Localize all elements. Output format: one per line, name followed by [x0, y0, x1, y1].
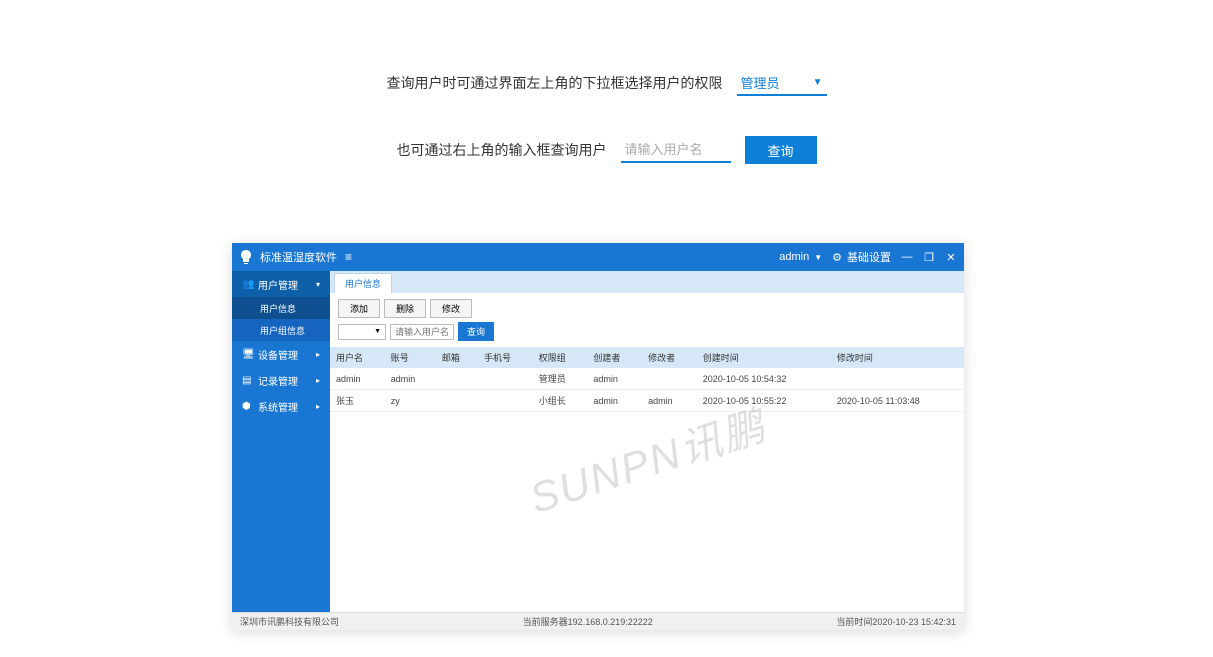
toolbar: 添加 删除 修改 ▼ 查询	[330, 293, 964, 347]
role-dropdown[interactable]: 管理员 ▼	[737, 70, 827, 96]
sidebar: 👥 用户管理 ▾ 用户信息 用户组信息 🖥 设备管理 ▸ ▤ 记录管理 ▸ ⬢	[232, 271, 330, 612]
sidebar-item-label: 设备管理	[258, 347, 298, 362]
document-icon: ▤	[242, 375, 252, 386]
window-controls: — ❐ ✕	[900, 251, 958, 264]
toolbar-query-button[interactable]: 查询	[458, 322, 494, 341]
instructions-area: 查询用户时可通过界面左上角的下拉框选择用户的权限 管理员 ▼ 也可通过右上角的输…	[0, 0, 1213, 234]
time-label: 当前时间2020-10-23 15:42:31	[836, 615, 956, 628]
col-account: 账号	[385, 347, 436, 368]
col-role: 权限组	[533, 347, 588, 368]
query-button[interactable]: 查询	[745, 136, 817, 164]
app-logo-icon	[238, 249, 254, 265]
sidebar-item-label: 记录管理	[258, 373, 298, 388]
col-modifier: 修改者	[642, 347, 697, 368]
table-row[interactable]: 张玉 zy 小组长 admin admin 2020-10-05 10:55:2…	[330, 390, 964, 412]
user-icon: 👤	[761, 251, 775, 264]
settings-label: 基础设置	[847, 249, 891, 265]
sidebar-item-system-mgmt[interactable]: ⬢ 系统管理 ▸	[232, 393, 330, 419]
cube-icon: ⬢	[242, 401, 252, 412]
monitor-icon: 🖥	[242, 349, 252, 360]
sidebar-item-user-info[interactable]: 用户信息	[232, 297, 330, 319]
instruction-text-1: 查询用户时可通过界面左上角的下拉框选择用户的权限	[387, 73, 723, 93]
maximize-button[interactable]: ❐	[922, 251, 936, 264]
instruction-row-1: 查询用户时可通过界面左上角的下拉框选择用户的权限 管理员 ▼	[0, 70, 1213, 96]
sidebar-item-device-mgmt[interactable]: 🖥 设备管理 ▸	[232, 341, 330, 367]
chevron-down-icon: ▼	[814, 253, 822, 262]
app-title: 标准温湿度软件	[260, 249, 337, 265]
user-table: 用户名 账号 邮箱 手机号 权限组 创建者 修改者 创建时间 修改时间 admi…	[330, 347, 964, 412]
col-created: 创建时间	[697, 347, 831, 368]
table-header-row: 用户名 账号 邮箱 手机号 权限组 创建者 修改者 创建时间 修改时间	[330, 347, 964, 368]
filter-dropdown[interactable]: ▼	[338, 324, 386, 340]
company-label: 深圳市讯鹏科技有限公司	[240, 615, 339, 628]
users-icon: 👥	[242, 279, 252, 290]
tab-user-info[interactable]: 用户信息	[334, 273, 392, 293]
col-username: 用户名	[330, 347, 385, 368]
add-button[interactable]: 添加	[338, 299, 380, 318]
hamburger-icon[interactable]: ≡	[345, 250, 352, 264]
username-search-input[interactable]	[621, 137, 731, 163]
app-body: 👥 用户管理 ▾ 用户信息 用户组信息 🖥 设备管理 ▸ ▤ 记录管理 ▸ ⬢	[232, 271, 964, 612]
sidebar-item-record-mgmt[interactable]: ▤ 记录管理 ▸	[232, 367, 330, 393]
chevron-right-icon: ▸	[316, 402, 320, 411]
col-email: 邮箱	[436, 347, 478, 368]
tab-bar: 用户信息	[330, 271, 964, 293]
chevron-down-icon: ▾	[316, 280, 320, 289]
chevron-down-icon: ▼	[374, 328, 381, 335]
close-button[interactable]: ✕	[944, 251, 958, 264]
col-creator: 创建者	[587, 347, 642, 368]
sidebar-item-label: 系统管理	[258, 399, 298, 414]
sidebar-item-usergroup-info[interactable]: 用户组信息	[232, 319, 330, 341]
main-area: 用户信息 添加 删除 修改 ▼ 查询 用户名	[330, 271, 964, 612]
chevron-right-icon: ▸	[316, 350, 320, 359]
sidebar-item-label: 用户信息	[260, 302, 296, 315]
title-bar: 标准温湿度软件 ≡ 👤 admin ▼ ⚙ 基础设置 — ❐ ✕	[232, 243, 964, 271]
instruction-text-2: 也可通过右上角的输入框查询用户	[397, 140, 607, 160]
col-phone: 手机号	[478, 347, 533, 368]
sidebar-item-label: 用户组信息	[260, 324, 305, 337]
minimize-button[interactable]: —	[900, 251, 914, 264]
role-dropdown-value: 管理员	[741, 73, 780, 92]
sidebar-item-user-mgmt[interactable]: 👥 用户管理 ▾	[232, 271, 330, 297]
instruction-row-2: 也可通过右上角的输入框查询用户 查询	[0, 136, 1213, 164]
chevron-right-icon: ▸	[316, 376, 320, 385]
delete-button[interactable]: 删除	[384, 299, 426, 318]
chevron-down-icon: ▼	[813, 77, 823, 88]
user-menu[interactable]: 👤 admin ▼	[760, 251, 824, 264]
server-label: 当前服务器192.168.0.219:22222	[339, 615, 836, 628]
user-label: admin	[779, 251, 809, 263]
tab-label: 用户信息	[345, 279, 381, 289]
gear-icon: ⚙	[832, 251, 842, 264]
app-window: 标准温湿度软件 ≡ 👤 admin ▼ ⚙ 基础设置 — ❐ ✕ 👥 用户管理 …	[232, 243, 964, 630]
status-bar: 深圳市讯鹏科技有限公司 当前服务器192.168.0.219:22222 当前时…	[232, 612, 964, 630]
table-row[interactable]: admin admin 管理员 admin 2020-10-05 10:54:3…	[330, 368, 964, 390]
sidebar-item-label: 用户管理	[258, 277, 298, 292]
col-modified: 修改时间	[831, 347, 964, 368]
settings-menu[interactable]: ⚙ 基础设置	[831, 249, 892, 265]
modify-button[interactable]: 修改	[430, 299, 472, 318]
filter-input[interactable]	[390, 324, 454, 340]
